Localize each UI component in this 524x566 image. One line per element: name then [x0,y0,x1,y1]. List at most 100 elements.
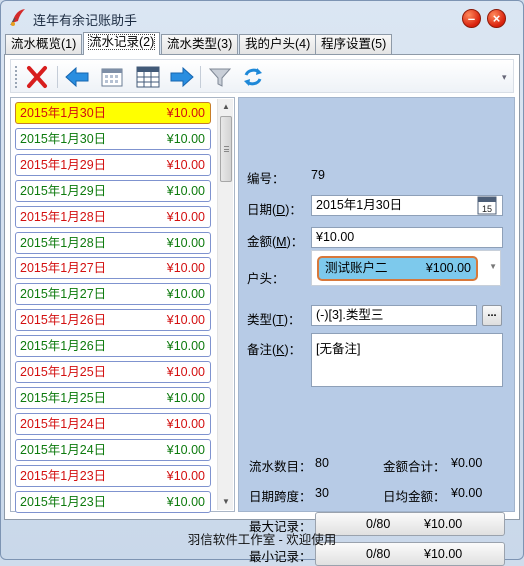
toolbar-separator [57,66,58,88]
tab-label: 程序设置(5) [321,37,387,51]
list-item[interactable]: 2015年1月26日 ¥10.00 [15,335,211,358]
tab-label: 流水类型(3) [167,37,233,51]
list-item-date: 2015年1月30日 [20,106,107,120]
list-item[interactable]: 2015年1月29日 ¥10.00 [15,179,211,202]
list-item-date: 2015年1月23日 [20,494,107,509]
tab-label: 流水记录(2) [87,34,156,50]
list-item-date: 2015年1月27日 [20,261,107,276]
minimize-button[interactable]: – [462,9,481,28]
toolbar-separator [200,66,201,88]
refresh-icon[interactable] [239,64,267,90]
total-value: ¥0.00 [451,456,483,470]
list-item[interactable]: 2015年1月28日 ¥10.00 [15,231,211,254]
list-item-amount: ¥10.00 [166,494,205,509]
list-item[interactable]: 2015年1月27日 ¥10.00 [15,257,211,280]
list-item[interactable]: 2015年1月24日 ¥10.00 [15,412,211,435]
min-label: 最小记录： [249,550,312,564]
tab-overview[interactable]: 流水概览(1) [5,34,83,54]
forward-arrow-icon[interactable] [168,64,196,90]
memo-textarea[interactable]: [无备注] [311,333,503,387]
list-item-amount: ¥10.00 [166,209,205,224]
list-item[interactable]: 2015年1月24日 ¥10.00 [15,438,211,461]
list-item-date: 2015年1月24日 [20,442,107,457]
list-item-date: 2015年1月28日 [20,209,107,224]
filter-icon[interactable] [206,64,234,90]
list-item-amount: ¥10.00 [166,261,205,276]
account-label: 户头： [247,272,285,286]
status-bar-text: 羽信软件工作室 - 欢迎使用 [187,533,337,547]
list-item-date: 2015年1月26日 [20,313,107,328]
tab-settings[interactable]: 程序设置(5) [315,34,393,54]
account-balance: ¥100.00 [425,261,471,275]
daily-avg-value: ¥0.00 [451,486,483,500]
app-window: 连年有余记账助手 – × 流水概览(1) 流水记录(2) 流水类型(3) 我的户… [0,0,524,566]
account-select[interactable]: 测试账户二 ¥100.00 ▼ [311,250,501,286]
tab-types[interactable]: 流水类型(3) [161,34,239,54]
tab-accounts[interactable]: 我的户头(4) [239,34,317,54]
list-item[interactable]: 2015年1月27日 ¥10.00 [15,283,211,306]
dropdown-arrow-icon[interactable]: ▼ [489,262,497,271]
type-field[interactable]: (-)[3].类型三 [311,305,477,326]
tab-label: 流水概览(1) [11,37,77,51]
list-item[interactable]: 2015年1月30日 ¥10.00 [15,127,211,150]
toolbar-overflow-icon[interactable]: ▾ [502,64,510,90]
type-label: 类型(T)： [247,313,301,327]
window-title: 连年有余记账助手 [33,13,138,28]
total-label: 金额合计： [383,460,446,474]
list-item[interactable]: 2015年1月26日 ¥10.00 [15,309,211,332]
list-item-date: 2015年1月30日 [20,131,107,146]
list-item[interactable]: 2015年1月23日 ¥10.00 [15,464,211,487]
list-item[interactable]: 2015年1月25日 ¥10.00 [15,386,211,409]
toolbar-grip[interactable] [15,66,18,88]
record-detail-panel: 编号： 79 日期(D)： 2015年1月30日 15 金额(M)： ¥10.0… [238,97,515,566]
list-item-date: 2015年1月23日 [20,468,107,483]
date-label: 日期(D)： [247,203,302,217]
list-item[interactable]: 2015年1月30日 ¥10.00 [15,102,211,124]
list-item-date: 2015年1月24日 [20,416,107,431]
scroll-thumb[interactable] [220,116,232,182]
close-button[interactable]: × [487,9,506,28]
span-value: 30 [315,486,329,500]
list-item-amount: ¥10.00 [166,131,205,146]
svg-text:15: 15 [482,204,492,214]
daily-avg-label: 日均金额： [383,490,446,504]
calendar-picker-icon[interactable]: 15 [475,194,499,217]
count-value: 80 [315,456,329,470]
list-item-amount: ¥10.00 [166,313,205,328]
back-arrow-icon[interactable] [63,64,91,90]
records-list[interactable]: 2015年1月30日 ¥10.00 2015年1月30日 ¥10.00 2015年1月2… [10,97,235,513]
list-item-date: 2015年1月27日 [20,287,107,302]
list-item-amount: ¥10.00 [166,235,205,250]
account-selected-item[interactable]: 测试账户二 ¥100.00 [317,256,478,281]
amount-field[interactable]: ¥10.00 [311,227,503,248]
list-item-amount: ¥10.00 [166,468,205,483]
calendar-icon[interactable] [98,64,126,90]
list-item-date: 2015年1月25日 [20,365,107,379]
list-item-amount: ¥10.00 [166,365,205,379]
title-bar[interactable]: 连年有余记账助手 – × [1,1,523,33]
list-item[interactable]: 2015年1月25日 ¥10.00 [15,361,211,383]
records-panel: ▾ 2015年1月30日 ¥10.00 2015年1月30日 ¥10.00 2015年1… [4,54,520,566]
list-item[interactable]: 2015年1月23日 ¥10.00 [15,490,211,513]
toolbar: ▾ [10,59,514,93]
list-item-amount: ¥10.00 [166,106,205,120]
list-item-amount: ¥10.00 [166,287,205,302]
type-browse-button[interactable]: ... [482,305,502,326]
list-item[interactable]: 2015年1月28日 ¥10.00 [15,205,211,228]
amount-label: 金额(M)： [247,235,304,249]
scroll-up-icon[interactable]: ▲ [218,99,234,115]
tab-records[interactable]: 流水记录(2) [83,32,161,55]
list-scrollbar[interactable]: ▲ ▼ [217,99,233,510]
list-item[interactable]: 2015年1月29日 ¥10.00 [15,153,211,176]
id-value: 79 [311,168,325,182]
list-item-amount: ¥10.00 [166,390,205,405]
delete-icon[interactable] [23,64,51,90]
scroll-down-icon[interactable]: ▼ [218,494,234,510]
list-item-date: 2015年1月25日 [20,390,107,405]
list-item-amount: ¥10.00 [166,416,205,431]
list-item-date: 2015年1月29日 [20,183,107,198]
memo-label: 备注(K)： [247,343,302,357]
list-item-amount: ¥10.00 [166,442,205,457]
calendar-grid-icon[interactable] [134,64,162,90]
list-item-date: 2015年1月26日 [20,339,107,354]
